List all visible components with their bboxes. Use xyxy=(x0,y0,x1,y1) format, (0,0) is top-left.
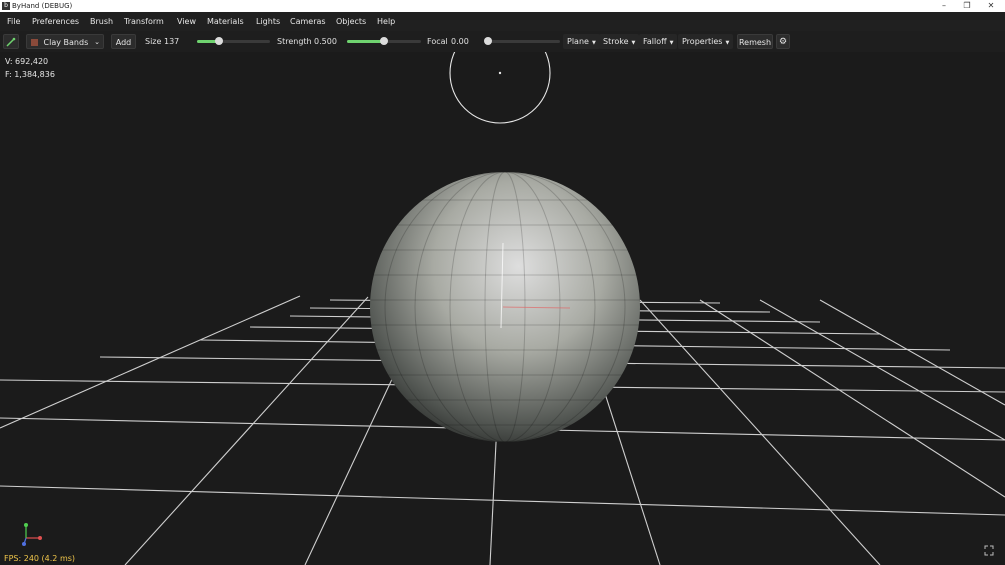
gear-icon[interactable]: ⚙ xyxy=(776,34,790,49)
strength-value[interactable]: 0.500 xyxy=(314,34,337,49)
strength-slider-fill xyxy=(347,40,384,43)
stroke-label: Stroke xyxy=(603,37,629,46)
add-button[interactable]: Add xyxy=(111,34,136,49)
minimize-button[interactable]: – xyxy=(933,0,955,12)
close-button[interactable]: ✕ xyxy=(980,0,1002,12)
size-slider[interactable] xyxy=(197,37,270,45)
toolbar: Clay Bands ⌄ Add Size 137 Strength 0.500… xyxy=(0,31,1005,52)
focal-value[interactable]: 0.00 xyxy=(451,34,469,49)
caret-down-icon: ▼ xyxy=(725,40,730,46)
caret-down-icon: ▼ xyxy=(669,40,674,46)
focal-label: Focal xyxy=(427,37,448,46)
caret-down-icon: ▼ xyxy=(631,40,636,46)
menu-brush[interactable]: Brush xyxy=(90,12,113,31)
window-title: ByHand (DEBUG) xyxy=(12,2,73,10)
size-value[interactable]: 137 xyxy=(164,34,179,49)
caret-down-icon: ▼ xyxy=(591,40,596,46)
menu-materials[interactable]: Materials xyxy=(207,12,244,31)
face-count: F: 1,384,836 xyxy=(5,70,55,79)
sculpt-brush-icon[interactable] xyxy=(3,34,19,49)
viewport-3d[interactable] xyxy=(0,52,1005,565)
strength-slider[interactable] xyxy=(347,37,421,45)
strength-label: Strength xyxy=(277,37,312,46)
falloff-dropdown[interactable]: Falloff ▼ xyxy=(639,34,678,49)
sculpt-sphere xyxy=(370,172,640,442)
properties-label: Properties xyxy=(682,37,723,46)
menu-cameras[interactable]: Cameras xyxy=(290,12,326,31)
falloff-label: Falloff xyxy=(643,37,667,46)
fps-counter: FPS: 240 (4.2 ms) xyxy=(4,554,76,563)
menu-bar: File Preferences Brush Transform View Ma… xyxy=(0,12,1005,31)
app-icon: b xyxy=(2,2,10,10)
chevron-down-icon: ⌄ xyxy=(94,38,100,46)
stroke-dropdown[interactable]: Stroke ▼ xyxy=(599,34,640,49)
menu-view[interactable]: View xyxy=(177,12,196,31)
properties-dropdown[interactable]: Properties ▼ xyxy=(678,34,734,49)
focal-slider[interactable] xyxy=(484,37,560,45)
size-slider-handle[interactable] xyxy=(214,37,223,45)
brush-name: Clay Bands xyxy=(43,38,89,47)
plane-dropdown[interactable]: Plane ▼ xyxy=(563,34,600,49)
plane-label: Plane xyxy=(567,37,589,46)
title-bar: b ByHand (DEBUG) – ❐ ✕ xyxy=(0,0,1005,12)
menu-preferences[interactable]: Preferences xyxy=(32,12,79,31)
menu-objects[interactable]: Objects xyxy=(336,12,366,31)
menu-file[interactable]: File xyxy=(7,12,20,31)
size-label: Size xyxy=(145,37,162,46)
vertex-count: V: 692,420 xyxy=(5,57,49,66)
menu-help[interactable]: Help xyxy=(377,12,395,31)
strength-slider-handle[interactable] xyxy=(380,37,388,45)
brush-select[interactable]: Clay Bands ⌄ xyxy=(26,34,104,49)
remesh-button[interactable]: Remesh xyxy=(737,34,773,49)
menu-transform[interactable]: Transform xyxy=(124,12,164,31)
focal-slider-handle[interactable] xyxy=(484,37,492,45)
brush-type-icon xyxy=(31,39,38,46)
restore-button[interactable]: ❐ xyxy=(956,0,978,12)
menu-lights[interactable]: Lights xyxy=(256,12,280,31)
